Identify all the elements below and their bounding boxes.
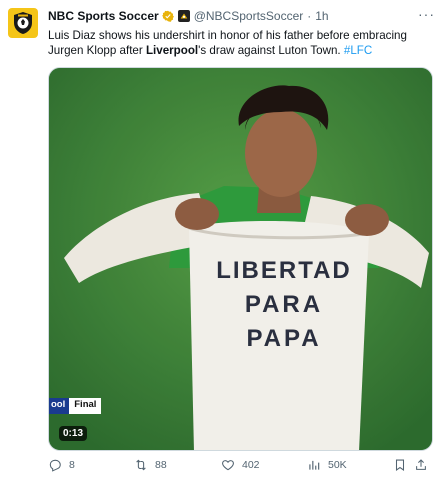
repost-icon [136, 459, 146, 471]
video-duration: 0:13 [59, 426, 88, 441]
shirt-text-line: LIBERTAD [216, 257, 352, 284]
verified-gold-badge-icon [161, 10, 174, 22]
reply-count: 8 [69, 459, 75, 471]
tweet-text-bold: Liverpool [145, 44, 199, 57]
avatar[interactable] [8, 8, 38, 38]
reply-icon [49, 459, 61, 472]
scoreboard-team: ool [49, 398, 70, 414]
nbc-affiliate-badge-icon[interactable] [177, 10, 190, 22]
author-name[interactable]: NBC Sports Soccer [48, 9, 159, 23]
tweet-text: Luis Diaz shows his undershirt in honor … [48, 28, 428, 58]
views-count: 50K [328, 459, 347, 471]
bookmark-icon [395, 459, 405, 471]
more-options-icon[interactable]: ··· [418, 6, 435, 22]
share-icon [416, 459, 426, 470]
views-button[interactable]: 50K [307, 458, 347, 472]
shirt-text-line: PAPA [246, 325, 322, 352]
scoreboard: ool Final [49, 398, 102, 414]
repost-button[interactable]: 88 [134, 458, 167, 472]
shirt-text: LIBERTAD PARA PAPA [199, 254, 369, 356]
tweet-header: NBC Sports Soccer @NBCSportsSoccer · 1h [48, 9, 417, 23]
nbc-sports-logo-icon [14, 12, 32, 34]
tweet-actions: 8 88 402 50K [48, 458, 426, 476]
views-chart-icon [309, 460, 320, 470]
share-button[interactable] [414, 458, 428, 472]
tweet-text-part2: 's draw against Luton Town. [198, 44, 344, 57]
like-button[interactable]: 402 [221, 458, 260, 472]
video-player[interactable]: LIBERTAD PARA PAPA ool Final 0:13 [48, 67, 433, 451]
timestamp[interactable]: 1h [315, 9, 328, 23]
author-handle[interactable]: @NBCSportsSoccer [194, 9, 304, 23]
hashtag-link[interactable]: #LFC [344, 44, 372, 57]
header-separator: · [307, 9, 312, 23]
bookmark-button[interactable] [393, 458, 407, 472]
like-count: 402 [242, 459, 260, 471]
reply-button[interactable]: 8 [48, 458, 75, 472]
shirt-text-line: PARA [244, 291, 324, 318]
scoreboard-status: Final [69, 398, 102, 414]
heart-icon [222, 460, 234, 471]
repost-count: 88 [155, 459, 167, 471]
